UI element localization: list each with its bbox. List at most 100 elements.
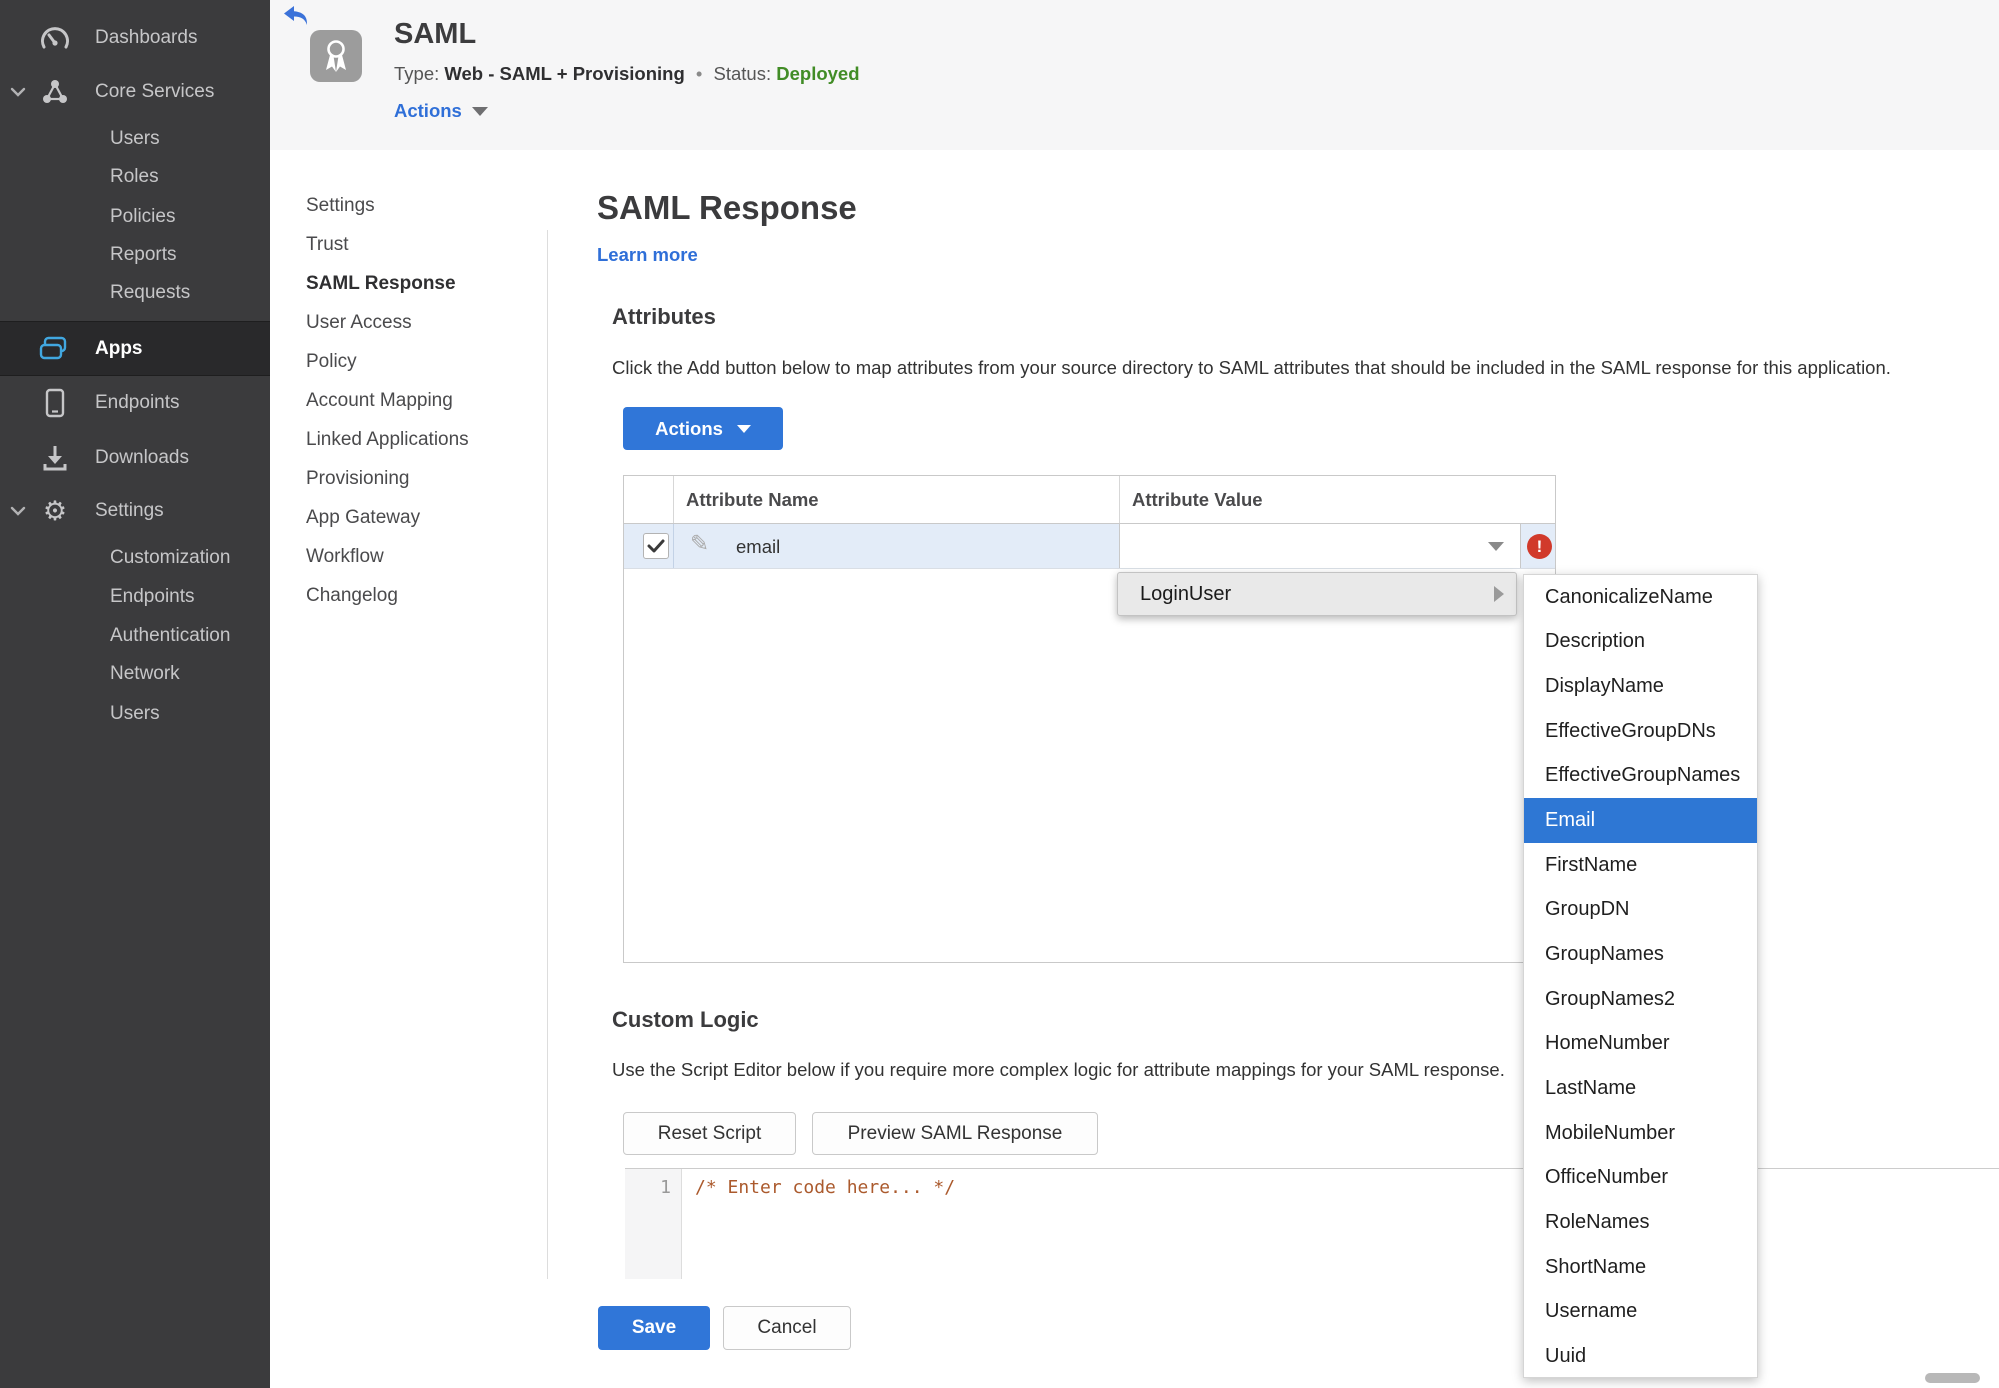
smartphone-icon <box>38 388 72 418</box>
submenu-item-displayname[interactable]: DisplayName <box>1524 664 1757 709</box>
horizontal-scrollbar-thumb[interactable] <box>1925 1373 1980 1383</box>
back-icon[interactable] <box>283 5 309 32</box>
nav-item-trust[interactable]: Trust <box>306 225 536 264</box>
submenu-item-description[interactable]: Description <box>1524 620 1757 665</box>
submenu-item-email[interactable]: Email <box>1524 798 1757 843</box>
submenu-item-officenumber[interactable]: OfficeNumber <box>1524 1156 1757 1201</box>
sidebar-item-settings[interactable]: ⚙ Settings <box>0 491 270 531</box>
caret-down-icon <box>471 106 488 116</box>
nav-item-settings[interactable]: Settings <box>306 186 536 225</box>
status-badge: Deployed <box>776 63 860 84</box>
pencil-icon[interactable]: ✎ <box>690 531 709 557</box>
submenu-item-firstname[interactable]: FirstName <box>1524 843 1757 888</box>
loginuser-attributes-submenu: CanonicalizeName Description DisplayName… <box>1523 574 1758 1378</box>
nav-item-account-mapping[interactable]: Account Mapping <box>306 381 536 420</box>
submenu-item-canonicalizename[interactable]: CanonicalizeName <box>1524 575 1757 620</box>
type-label: Type: <box>394 63 440 84</box>
sidebar-item-roles[interactable]: Roles <box>0 157 270 197</box>
status-label: Status: <box>713 63 772 84</box>
gauge-icon <box>38 25 72 51</box>
sidebar-item-downloads[interactable]: Downloads <box>0 438 270 478</box>
cancel-button[interactable]: Cancel <box>723 1306 851 1350</box>
sidebar: Dashboards Core Services Users Roles Pol… <box>0 0 270 1388</box>
custom-logic-heading: Custom Logic <box>612 1007 759 1032</box>
submenu-item-lastname[interactable]: LastName <box>1524 1066 1757 1111</box>
sidebar-item-authentication[interactable]: Authentication <box>0 616 270 656</box>
sidebar-item-apps[interactable]: Apps <box>0 321 270 376</box>
attributes-actions-button[interactable]: Actions <box>623 407 783 450</box>
table-header: Attribute Name Attribute Value <box>624 476 1555 524</box>
sidebar-item-core-services[interactable]: Core Services <box>0 72 270 112</box>
nav-item-provisioning[interactable]: Provisioning <box>306 459 536 498</box>
attributes-description: Click the Add button below to map attrib… <box>612 357 1891 378</box>
nav-content-divider <box>547 230 548 1279</box>
submenu-item-username[interactable]: Username <box>1524 1290 1757 1335</box>
editor-gutter: 1 <box>625 1169 682 1279</box>
nav-item-saml-response[interactable]: SAML Response <box>306 264 536 303</box>
attributes-heading: Attributes <box>612 304 716 329</box>
apps-icon <box>38 336 72 362</box>
submenu-item-groupnames[interactable]: GroupNames <box>1524 932 1757 977</box>
preview-saml-response-button[interactable]: Preview SAML Response <box>812 1112 1098 1155</box>
sidebar-item-policies[interactable]: Policies <box>0 197 270 237</box>
nav-item-app-gateway[interactable]: App Gateway <box>306 498 536 537</box>
type-value: Web - SAML + Provisioning <box>444 63 685 84</box>
sidebar-item-requests[interactable]: Requests <box>0 273 270 313</box>
sidebar-item-label: Apps <box>95 337 143 359</box>
sidebar-item-users-settings[interactable]: Users <box>0 694 270 734</box>
submenu-item-uuid[interactable]: Uuid <box>1524 1334 1757 1379</box>
nav-item-policy[interactable]: Policy <box>306 342 536 381</box>
sidebar-item-reports[interactable]: Reports <box>0 235 270 275</box>
sidebar-item-network[interactable]: Network <box>0 654 270 694</box>
nav-item-linked-applications[interactable]: Linked Applications <box>306 420 536 459</box>
app-config-nav: Settings Trust SAML Response User Access… <box>306 186 536 615</box>
sidebar-item-endpoints-settings[interactable]: Endpoints <box>0 577 270 617</box>
nav-item-user-access[interactable]: User Access <box>306 303 536 342</box>
page-title: SAML Response <box>597 189 857 226</box>
sidebar-item-label: Core Services <box>95 81 215 102</box>
custom-logic-description: Use the Script Editor below if you requi… <box>612 1059 1505 1080</box>
submenu-item-rolenames[interactable]: RoleNames <box>1524 1200 1757 1245</box>
sidebar-item-users[interactable]: Users <box>0 119 270 159</box>
column-header-attribute-name: Attribute Name <box>686 489 819 510</box>
table-row[interactable]: ✎ email ! <box>624 524 1555 569</box>
value-dropdown-menu-loginuser[interactable]: LoginUser <box>1117 572 1517 616</box>
submenu-item-homenumber[interactable]: HomeNumber <box>1524 1022 1757 1067</box>
submenu-item-shortname[interactable]: ShortName <box>1524 1245 1757 1290</box>
save-button[interactable]: Save <box>598 1306 710 1350</box>
caret-right-icon <box>1494 586 1504 602</box>
submenu-item-effectivegroupnames[interactable]: EffectiveGroupNames <box>1524 754 1757 799</box>
sidebar-item-customization[interactable]: Customization <box>0 538 270 578</box>
row-checkbox[interactable] <box>643 533 669 559</box>
script-editor[interactable]: 1 /* Enter code here... */ <box>625 1168 1999 1279</box>
app-meta: Type: Web - SAML + Provisioning • Status… <box>394 63 860 85</box>
learn-more-link[interactable]: Learn more <box>597 244 698 266</box>
attribute-value-dropdown[interactable] <box>1119 524 1521 568</box>
sidebar-item-endpoints[interactable]: Endpoints <box>0 383 270 423</box>
column-header-attribute-value: Attribute Value <box>1132 489 1263 510</box>
separator-dot: • <box>695 63 703 84</box>
editor-code[interactable]: /* Enter code here... */ <box>695 1177 955 1198</box>
nav-item-workflow[interactable]: Workflow <box>306 537 536 576</box>
error-icon: ! <box>1527 534 1552 559</box>
nav-item-changelog[interactable]: Changelog <box>306 576 536 615</box>
submenu-item-effectivegroupdns[interactable]: EffectiveGroupDNs <box>1524 709 1757 754</box>
chevron-down-icon[interactable] <box>10 506 26 516</box>
line-number: 1 <box>660 1177 671 1198</box>
submenu-item-groupdn[interactable]: GroupDN <box>1524 888 1757 933</box>
submenu-item-mobilenumber[interactable]: MobileNumber <box>1524 1111 1757 1156</box>
reset-script-button[interactable]: Reset Script <box>623 1112 796 1155</box>
header-actions-menu[interactable]: Actions <box>394 100 488 122</box>
gear-icon: ⚙ <box>42 495 68 527</box>
saml-app-icon <box>310 30 362 82</box>
caret-down-icon <box>736 424 751 433</box>
caret-down-icon <box>1488 542 1504 551</box>
attributes-table: Attribute Name Attribute Value ✎ email ! <box>623 475 1556 963</box>
attribute-name-cell: email <box>736 536 781 557</box>
sidebar-item-label: Dashboards <box>95 27 198 48</box>
chevron-down-icon[interactable] <box>10 87 26 97</box>
submenu-item-groupnames2[interactable]: GroupNames2 <box>1524 977 1757 1022</box>
app-title: SAML <box>394 18 477 50</box>
sidebar-item-dashboards[interactable]: Dashboards <box>0 18 270 58</box>
core-services-icon <box>38 78 72 106</box>
